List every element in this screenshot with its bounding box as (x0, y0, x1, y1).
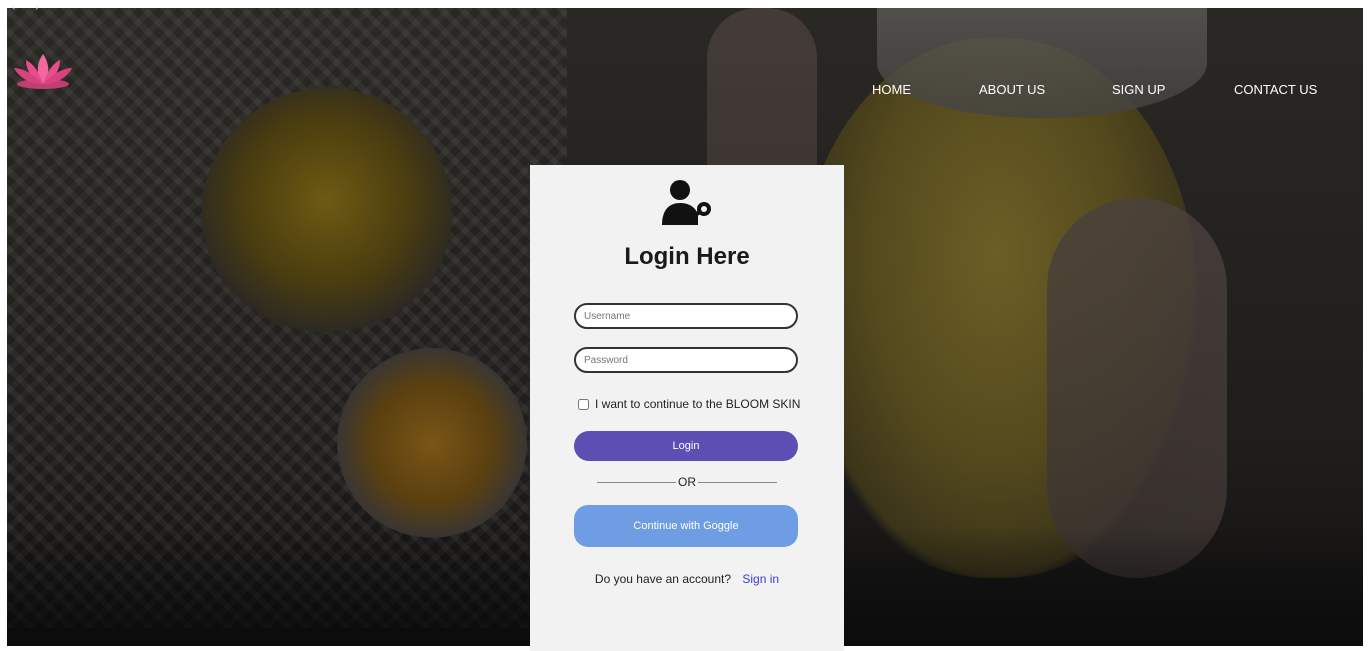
nav-item-contact-us[interactable]: CONTACT US (1234, 82, 1317, 97)
or-divider: OR (597, 475, 777, 489)
divider-line (597, 481, 676, 483)
background-hand (1047, 198, 1227, 578)
login-card: Login Here I want to continue to the BLO… (530, 165, 844, 651)
continue-checkbox[interactable] (578, 398, 589, 410)
lotus-icon[interactable] (12, 50, 74, 90)
background-bowl (202, 88, 452, 338)
login-button[interactable]: Login (574, 431, 798, 461)
google-login-button[interactable]: Continue with Goggle (574, 505, 798, 547)
continue-checkbox-row[interactable]: I want to continue to the BLOOM SKIN (578, 397, 800, 411)
account-question: Do you have an account? (594, 572, 732, 586)
account-prompt: Do you have an account? Sign in (530, 572, 844, 586)
nav-item-about-us[interactable]: ABOUT US (979, 82, 1045, 97)
browser-nav: ‹› (12, 2, 59, 13)
background-towel (877, 8, 1207, 118)
user-key-icon (658, 175, 716, 231)
nav-item-home[interactable]: HOME (872, 82, 911, 97)
background-bowl (337, 348, 527, 538)
username-input[interactable] (574, 303, 798, 329)
password-input[interactable] (574, 347, 798, 373)
divider-text: OR (678, 475, 696, 489)
nav-item-sign-up[interactable]: SIGN UP (1112, 82, 1165, 97)
login-title: Login Here (624, 243, 750, 270)
forward-arrow-icon[interactable]: › (35, 2, 58, 13)
back-arrow-icon[interactable]: ‹ (12, 2, 35, 13)
sign-in-link[interactable]: Sign in (742, 572, 779, 586)
divider-line (698, 481, 777, 483)
continue-checkbox-label: I want to continue to the BLOOM SKIN (595, 397, 801, 411)
